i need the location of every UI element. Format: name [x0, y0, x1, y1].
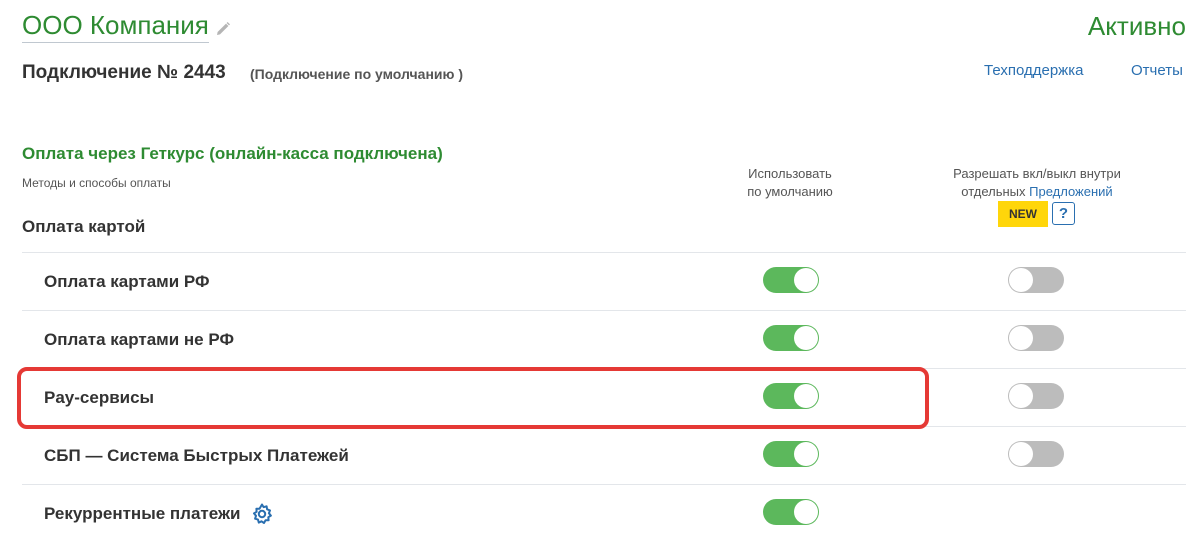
default-toggle[interactable] — [763, 383, 819, 409]
connection-title: Подключение № 2443 — [22, 62, 226, 83]
column-header-default-line2: по умолчанию — [747, 184, 833, 199]
allow-toggle[interactable] — [1008, 383, 1064, 409]
row-label: Оплата картами не РФ — [44, 330, 234, 349]
default-toggle[interactable] — [763, 499, 819, 525]
payment-row-pay-services: Pay-сервисы — [22, 368, 1186, 426]
column-header-allow: Разрешать вкл/выкл внутри отдельных Пред… — [930, 165, 1144, 201]
section-title: Оплата через Геткурс (онлайн-касса подкл… — [22, 144, 443, 163]
toggle-knob — [794, 268, 818, 292]
column-header-allow-prefix: отдельных — [961, 184, 1030, 199]
company-name-block: ООО Компания — [22, 10, 231, 43]
row-label: Оплата картами РФ — [44, 272, 210, 291]
toggle-knob — [794, 326, 818, 350]
allow-toggle[interactable] — [1008, 325, 1064, 351]
company-name[interactable]: ООО Компания — [22, 10, 209, 43]
status-label: Активно — [1087, 11, 1186, 41]
reports-link[interactable]: Отчеты — [1131, 62, 1183, 79]
default-toggle[interactable] — [763, 267, 819, 293]
connection-subtitle: (Подключение по умолчанию ) — [250, 66, 464, 82]
payment-row-cards-rf: Оплата картами РФ — [22, 252, 1186, 310]
default-toggle[interactable] — [763, 325, 819, 351]
payment-row-sbp: СБП — Система Быстрых Платежей — [22, 426, 1186, 484]
row-label: СБП — Система Быстрых Платежей — [44, 446, 349, 465]
help-button[interactable]: ? — [1052, 202, 1075, 225]
row-label: Pay-сервисы — [44, 388, 155, 407]
toggle-knob — [794, 442, 818, 466]
new-badge: NEW — [998, 201, 1048, 227]
toggle-knob — [1009, 442, 1033, 466]
toggle-knob — [794, 500, 818, 524]
group-title: Оплата картой — [22, 217, 146, 236]
payment-row-cards-non-rf: Оплата картами не РФ — [22, 310, 1186, 368]
toggle-knob — [1009, 384, 1033, 408]
allow-toggle[interactable] — [1008, 267, 1064, 293]
support-link[interactable]: Техподдержка — [984, 62, 1083, 79]
toggle-knob — [1009, 326, 1033, 350]
column-header-allow-line2: отдельных Предложений — [930, 183, 1144, 201]
section-subtitle: Методы и способы оплаты — [22, 176, 171, 190]
payment-row-recurring: Рекуррентные платежи — [22, 484, 1186, 541]
row-label-wrap: Рекуррентные платежи — [44, 485, 274, 541]
column-header-default-line1: Использовать — [748, 166, 832, 181]
column-header-default: Использовать по умолчанию — [720, 165, 860, 201]
toggle-knob — [1009, 268, 1033, 292]
toggle-knob — [794, 384, 818, 408]
default-toggle[interactable] — [763, 441, 819, 467]
edit-pencil-icon[interactable] — [215, 21, 231, 37]
allow-toggle[interactable] — [1008, 441, 1064, 467]
offers-link[interactable]: Предложений — [1029, 184, 1113, 199]
row-label: Рекуррентные платежи — [44, 504, 241, 523]
column-header-allow-line1: Разрешать вкл/выкл внутри — [953, 166, 1121, 181]
gear-icon[interactable] — [250, 502, 274, 526]
